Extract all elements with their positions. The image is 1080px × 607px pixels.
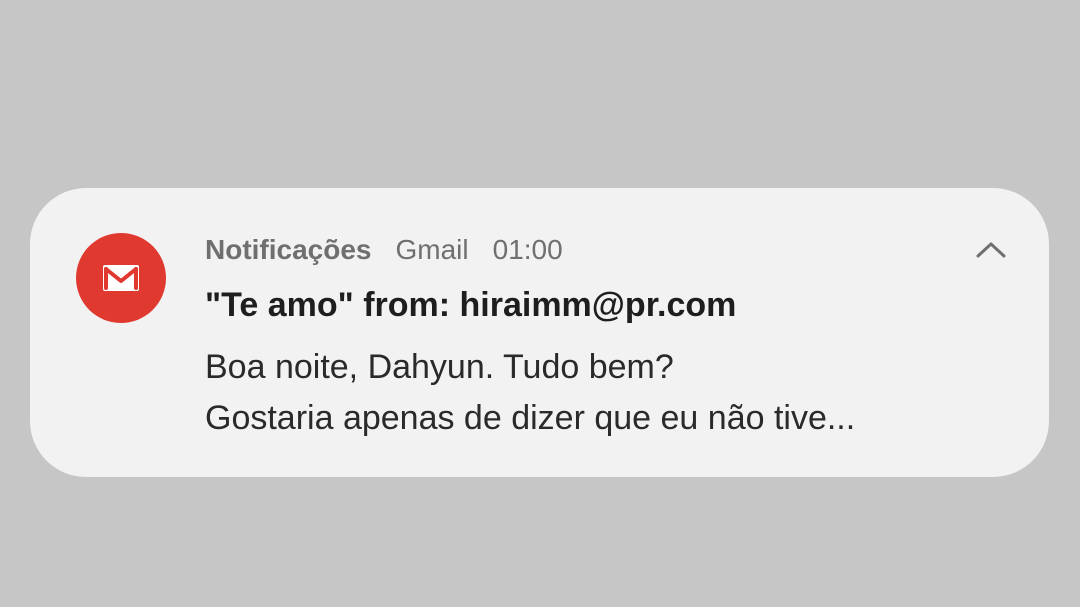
source-name: Gmail [395,234,469,265]
app-name: Notificações [205,234,372,265]
notification-body-line: Gostaria apenas de dizer que eu não tive… [205,399,856,437]
notification-card[interactable]: Notificações Gmail 01:00 "Te amo" from: … [30,188,1049,477]
collapse-button[interactable] [973,232,1009,268]
notification-title: "Te amo" from: hiraimm@pr.com [205,286,737,324]
notification-header: Notificações Gmail 01:00 [205,232,563,268]
timestamp: 01:00 [492,234,563,265]
notification-body-line: Boa noite, Dahyun. Tudo bem? [205,348,674,386]
chevron-up-icon [976,242,1006,258]
gmail-icon [76,233,166,323]
